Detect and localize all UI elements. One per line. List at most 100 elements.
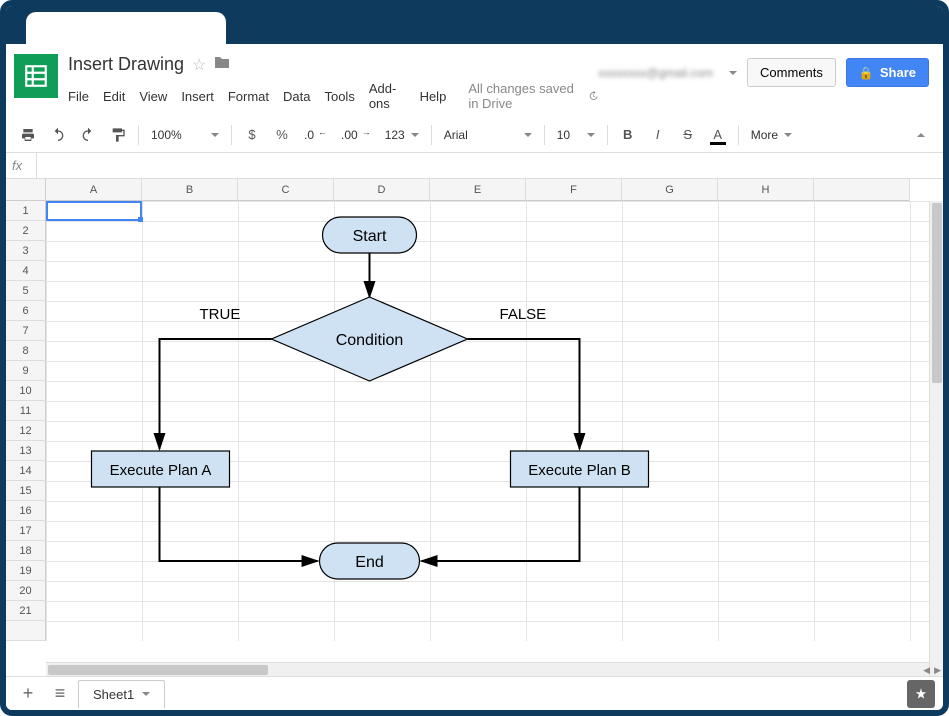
row-header[interactable]: 15 xyxy=(6,481,46,501)
undo-button[interactable] xyxy=(44,121,72,149)
print-button[interactable] xyxy=(14,121,42,149)
comments-button[interactable]: Comments xyxy=(747,58,836,87)
row-header[interactable]: 18 xyxy=(6,541,46,561)
select-all-corner[interactable] xyxy=(6,179,46,201)
row-header[interactable]: 10 xyxy=(6,381,46,401)
chevron-down-icon xyxy=(587,133,595,137)
menu-format[interactable]: Format xyxy=(228,89,269,104)
sheet-tab[interactable]: Sheet1 xyxy=(78,680,165,708)
spreadsheet-icon xyxy=(23,63,49,89)
row-header[interactable]: 12 xyxy=(6,421,46,441)
all-sheets-button[interactable]: ≡ xyxy=(46,680,74,708)
row-header[interactable]: 14 xyxy=(6,461,46,481)
collapse-toolbar-button[interactable] xyxy=(907,121,935,149)
row-header[interactable]: 19 xyxy=(6,561,46,581)
row-header[interactable]: 1 xyxy=(6,201,46,221)
menu-data[interactable]: Data xyxy=(283,89,310,104)
row-header[interactable] xyxy=(6,621,46,641)
chevron-down-icon[interactable] xyxy=(142,692,150,696)
row-header[interactable]: 17 xyxy=(6,521,46,541)
strikethrough-button[interactable]: S xyxy=(674,121,702,149)
column-header[interactable]: F xyxy=(526,179,622,201)
row-header[interactable]: 2 xyxy=(6,221,46,241)
horizontal-scrollbar-thumb[interactable] xyxy=(48,665,268,675)
account-email[interactable]: xxxxxxxx@gmail.com xyxy=(598,66,713,80)
column-header[interactable]: D xyxy=(334,179,430,201)
folder-icon[interactable] xyxy=(214,55,230,74)
column-header[interactable]: C xyxy=(238,179,334,201)
row-header[interactable]: 11 xyxy=(6,401,46,421)
font-size: 10 xyxy=(557,128,570,142)
row-header[interactable]: 9 xyxy=(6,361,46,381)
paint-format-button[interactable] xyxy=(104,121,132,149)
browser-window: Insert Drawing ☆ File Edit View Insert F… xyxy=(0,0,949,716)
horizontal-scrollbar[interactable]: ◀ ▶ xyxy=(46,662,929,676)
row-header[interactable]: 16 xyxy=(6,501,46,521)
vertical-scrollbar[interactable] xyxy=(929,201,943,676)
menu-view[interactable]: View xyxy=(139,89,167,104)
font-size-dropdown[interactable]: 10 xyxy=(551,122,601,148)
chevron-down-icon xyxy=(524,133,532,137)
browser-tab[interactable] xyxy=(26,12,226,44)
scroll-right-icon[interactable]: ▶ xyxy=(932,663,943,676)
scroll-left-icon[interactable]: ◀ xyxy=(921,663,932,676)
row-header[interactable]: 13 xyxy=(6,441,46,461)
formula-input[interactable] xyxy=(37,153,937,178)
font-name: Arial xyxy=(444,128,468,142)
row-header[interactable]: 7 xyxy=(6,321,46,341)
italic-button[interactable]: I xyxy=(644,121,672,149)
browser-tab-strip xyxy=(6,6,943,44)
row-header[interactable]: 3 xyxy=(6,241,46,261)
percent-button[interactable]: % xyxy=(268,121,296,149)
menu-tools[interactable]: Tools xyxy=(324,89,354,104)
column-header[interactable]: A xyxy=(46,179,142,201)
share-button[interactable]: 🔒 Share xyxy=(846,58,929,87)
menu-addons[interactable]: Add-ons xyxy=(369,81,406,111)
menu-edit[interactable]: Edit xyxy=(103,89,125,104)
sheet-tab-bar: + ≡ Sheet1 xyxy=(6,676,943,710)
row-header[interactable]: 8 xyxy=(6,341,46,361)
row-header[interactable]: 20 xyxy=(6,581,46,601)
menu-insert[interactable]: Insert xyxy=(181,89,214,104)
document-title[interactable]: Insert Drawing xyxy=(68,54,184,75)
row-header[interactable]: 4 xyxy=(6,261,46,281)
chevron-down-icon xyxy=(211,133,219,137)
sheets-logo[interactable] xyxy=(14,54,58,98)
column-headers: ABCDEFGH xyxy=(46,179,943,201)
menu-help[interactable]: Help xyxy=(420,89,447,104)
zoom-dropdown[interactable]: 100% xyxy=(145,122,225,148)
more-dropdown[interactable]: More xyxy=(745,122,798,148)
column-header[interactable] xyxy=(814,179,910,201)
row-header[interactable]: 6 xyxy=(6,301,46,321)
column-header[interactable]: H xyxy=(718,179,814,201)
column-header[interactable]: G xyxy=(622,179,718,201)
column-header[interactable]: E xyxy=(430,179,526,201)
increase-decimal-button[interactable]: .00→ xyxy=(335,122,377,148)
row-header[interactable]: 5 xyxy=(6,281,46,301)
explore-button[interactable] xyxy=(907,680,935,708)
zoom-value: 100% xyxy=(151,128,182,142)
number-format-dropdown[interactable]: 123 xyxy=(379,122,425,148)
menu-file[interactable]: File xyxy=(68,89,89,104)
spreadsheet-area: ABCDEFGH 1234567891011121314151617181920… xyxy=(6,179,943,676)
dec-less-label: .0 xyxy=(304,128,314,142)
decrease-decimal-button[interactable]: .0← xyxy=(298,122,333,148)
account-dropdown-icon[interactable] xyxy=(729,71,737,75)
currency-button[interactable]: $ xyxy=(238,121,266,149)
bold-button[interactable]: B xyxy=(614,121,642,149)
menu-bar: File Edit View Insert Format Data Tools … xyxy=(68,77,598,117)
cell-grid[interactable]: Start Condition TRUE FALSE xyxy=(46,201,943,641)
text-color-button[interactable]: A xyxy=(704,121,732,149)
dec-more-label: .00 xyxy=(341,128,358,142)
vertical-scrollbar-thumb[interactable] xyxy=(932,203,942,383)
row-header[interactable]: 21 xyxy=(6,601,46,621)
font-dropdown[interactable]: Arial xyxy=(438,122,538,148)
save-status: All changes saved in Drive xyxy=(468,81,598,111)
column-header[interactable]: B xyxy=(142,179,238,201)
star-icon[interactable]: ☆ xyxy=(192,55,206,75)
redo-button[interactable] xyxy=(74,121,102,149)
row-headers: 123456789101112131415161718192021 xyxy=(6,201,46,641)
add-sheet-button[interactable]: + xyxy=(14,680,42,708)
formula-bar: fx xyxy=(6,153,943,179)
share-label: Share xyxy=(880,65,916,80)
